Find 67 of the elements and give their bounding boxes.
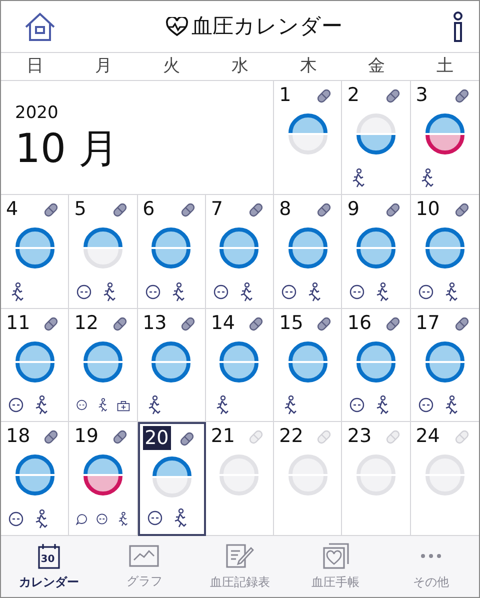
chart-icon	[129, 544, 160, 568]
day-number: 24	[414, 424, 441, 448]
day-number: 6	[142, 196, 156, 221]
day-number: 1	[278, 83, 292, 107]
day-number: 11	[5, 310, 32, 334]
day-cell[interactable]: 19	[69, 422, 138, 536]
day-cell[interactable]: 23	[342, 422, 411, 536]
day-cell[interactable]: 20	[138, 422, 206, 536]
heart-notebook-icon	[322, 542, 349, 568]
weekday-label: 土	[435, 55, 454, 78]
day-cell[interactable]: 8	[274, 194, 342, 308]
day-number: 10	[414, 196, 441, 221]
day-cell[interactable]: 12	[69, 308, 138, 422]
day-number: 2	[346, 83, 361, 107]
day-cell[interactable]: 15	[274, 308, 342, 422]
home-icon[interactable]	[23, 12, 57, 42]
year-label: 2020	[15, 102, 60, 125]
document-edit-icon	[224, 542, 255, 568]
day-number: 9	[346, 196, 361, 221]
day-number: 3	[414, 83, 429, 107]
day-cell[interactable]: 2	[342, 81, 411, 195]
day-number: 14	[210, 310, 236, 334]
day-number: 8	[278, 196, 292, 221]
day-cell[interactable]: 11	[1, 308, 70, 422]
day-number: 20	[142, 426, 171, 450]
day-cell[interactable]: 21	[206, 422, 274, 536]
day-cell[interactable]: 13	[138, 308, 206, 422]
day-number: 5	[73, 196, 88, 221]
weekday-label: 木	[298, 55, 318, 78]
calendar-icon: 30	[36, 542, 61, 568]
day-cell[interactable]: 4	[1, 194, 70, 308]
heart-pulse-icon	[166, 16, 188, 36]
day-number: 15	[278, 310, 304, 334]
day-cell[interactable]: 24	[410, 422, 479, 536]
day-cell[interactable]: 18	[1, 422, 70, 536]
tab-button[interactable]: 30 カレンダー	[1, 536, 97, 597]
day-number: 18	[5, 424, 32, 448]
day-number: 21	[210, 424, 236, 448]
day-cell[interactable]: 10	[410, 194, 479, 308]
day-cell[interactable]: 7	[206, 194, 274, 308]
day-cell[interactable]: 14	[206, 308, 274, 422]
weekday-label: 日	[26, 55, 45, 78]
day-cell[interactable]: 17	[410, 308, 479, 422]
day-cell[interactable]: 6	[138, 194, 206, 308]
weekday-label: 水	[230, 55, 250, 78]
day-cell[interactable]: 16	[342, 308, 411, 422]
day-cell[interactable]: 3	[410, 81, 479, 195]
day-cell[interactable]: 9	[342, 194, 411, 308]
day-number: 13	[142, 310, 168, 334]
more-icon	[421, 554, 442, 558]
day-number: 4	[5, 196, 20, 221]
day-number: 17	[414, 310, 441, 334]
day-cell[interactable]: 5	[69, 194, 138, 308]
info-icon[interactable]	[451, 10, 465, 42]
weekday-label: 月	[94, 55, 113, 78]
day-number: 7	[210, 196, 224, 221]
day-cell[interactable]: 22	[274, 422, 342, 536]
day-number: 22	[278, 424, 304, 448]
day-cell[interactable]: 1	[274, 81, 342, 195]
month-label: 10 月	[15, 126, 120, 170]
day-number: 16	[346, 310, 373, 334]
weekday-label: 金	[367, 55, 386, 78]
day-number: 19	[73, 424, 100, 448]
day-number: 23	[346, 424, 373, 448]
day-number: 12	[73, 310, 100, 334]
app-title: 血圧カレンダー	[192, 12, 342, 40]
weekday-label: 火	[162, 55, 182, 78]
